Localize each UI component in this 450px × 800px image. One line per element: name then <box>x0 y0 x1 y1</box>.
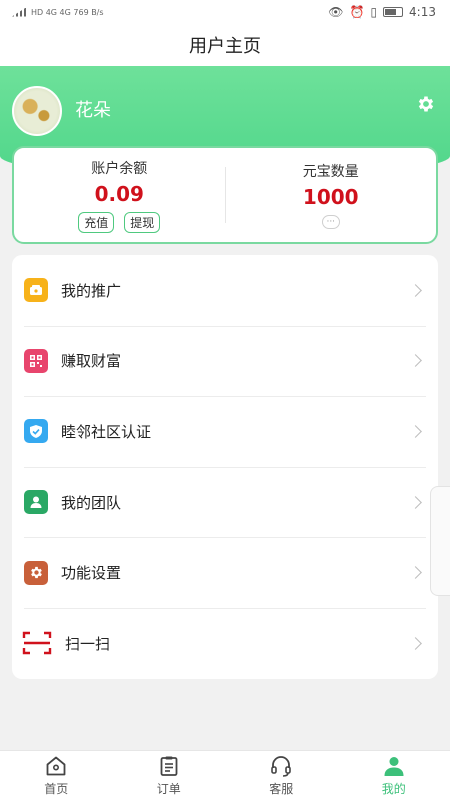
menu-item-label: 我的团队 <box>61 493 122 512</box>
ingot-count: 元宝数量 1000 ··· <box>226 161 437 229</box>
tab-home[interactable]: 首页 <box>0 751 113 800</box>
gear-icon <box>24 560 48 585</box>
menu-item-label: 功能设置 <box>61 564 122 583</box>
status-network-text: HD 4G 4G 769 B/s <box>31 7 104 17</box>
balance-card: 账户余额 0.09 充值 提现 元宝数量 1000 ··· <box>12 146 438 244</box>
tab-orders[interactable]: 订单 <box>113 751 226 800</box>
menu-item-settings[interactable]: 功能设置 <box>12 537 438 608</box>
menu-item-team[interactable]: 我的团队 <box>12 466 438 538</box>
menu-item-community-certification[interactable]: 睦邻社区认证 <box>12 396 438 467</box>
tab-mine[interactable]: 我的 <box>338 751 450 800</box>
scan-icon <box>22 632 52 655</box>
menu-item-earn[interactable]: 赚取财富 <box>12 325 438 397</box>
chevron-right-icon <box>409 636 422 650</box>
avatar[interactable] <box>12 86 62 136</box>
menu-item-promotion[interactable]: 我的推广 <box>12 255 438 326</box>
tab-label: 首页 <box>44 782 69 796</box>
recharge-button[interactable]: 充值 <box>78 211 115 233</box>
battery-icon <box>383 7 404 17</box>
withdraw-button[interactable]: 提现 <box>124 211 161 233</box>
chevron-right-icon <box>409 354 422 368</box>
balance-label: 账户余额 <box>91 160 148 177</box>
balance-value: 0.09 <box>94 181 144 206</box>
tab-label: 我的 <box>381 782 406 796</box>
menu-item-label: 我的推广 <box>61 281 122 300</box>
gear-icon[interactable] <box>416 94 436 114</box>
shield-check-icon <box>24 419 48 444</box>
tab-label: 客服 <box>269 782 294 796</box>
headset-icon <box>271 756 292 777</box>
eye-icon: 👁 <box>328 5 344 19</box>
clipboard-icon <box>160 756 178 776</box>
tab-customer-service[interactable]: 客服 <box>225 751 338 800</box>
chevron-right-icon <box>409 566 422 580</box>
username: 花朵 <box>75 100 111 121</box>
menu-item-label: 扫一扫 <box>65 634 111 653</box>
vibrate-icon: ▯ <box>370 5 378 19</box>
home-icon <box>46 756 66 776</box>
alarm-icon: ⏰ <box>349 5 365 19</box>
user-badge-icon <box>24 490 48 515</box>
menu-item-label: 睦邻社区认证 <box>61 422 152 441</box>
page-title: 用户主页 <box>189 36 261 57</box>
title-bar: 用户主页 <box>0 24 450 66</box>
chevron-right-icon <box>409 283 422 297</box>
chevron-right-icon <box>409 425 422 438</box>
status-bar: HD 4G 4G 769 B/s 👁 ⏰ ▯ 4:13 <box>0 0 450 24</box>
status-left: HD 4G 4G 769 B/s <box>12 7 104 17</box>
bottom-tab-bar: 首页 订单 客服 我的 <box>0 750 450 800</box>
signal-icon <box>12 7 26 17</box>
ingot-value: 1000 <box>302 185 359 209</box>
user-icon <box>384 757 404 776</box>
menu-item-label: 赚取财富 <box>61 352 122 371</box>
menu-list: 我的推广 赚取财富 睦邻社区认证 我的团队 功能设置 扫一扫 <box>12 255 438 679</box>
wallet-icon <box>24 278 48 303</box>
account-balance: 账户余额 0.09 充值 提现 <box>14 158 225 233</box>
status-right: 👁 ⏰ ▯ 4:13 <box>328 5 436 19</box>
side-drawer-handle[interactable] <box>430 486 450 596</box>
qr-code-icon <box>24 348 48 373</box>
status-time: 4:13 <box>409 5 436 19</box>
menu-item-scan[interactable]: 扫一扫 <box>12 607 438 679</box>
chevron-right-icon <box>409 495 422 509</box>
tab-label: 订单 <box>156 782 181 796</box>
more-button[interactable]: ··· <box>321 215 340 229</box>
ingot-label: 元宝数量 <box>302 164 359 180</box>
